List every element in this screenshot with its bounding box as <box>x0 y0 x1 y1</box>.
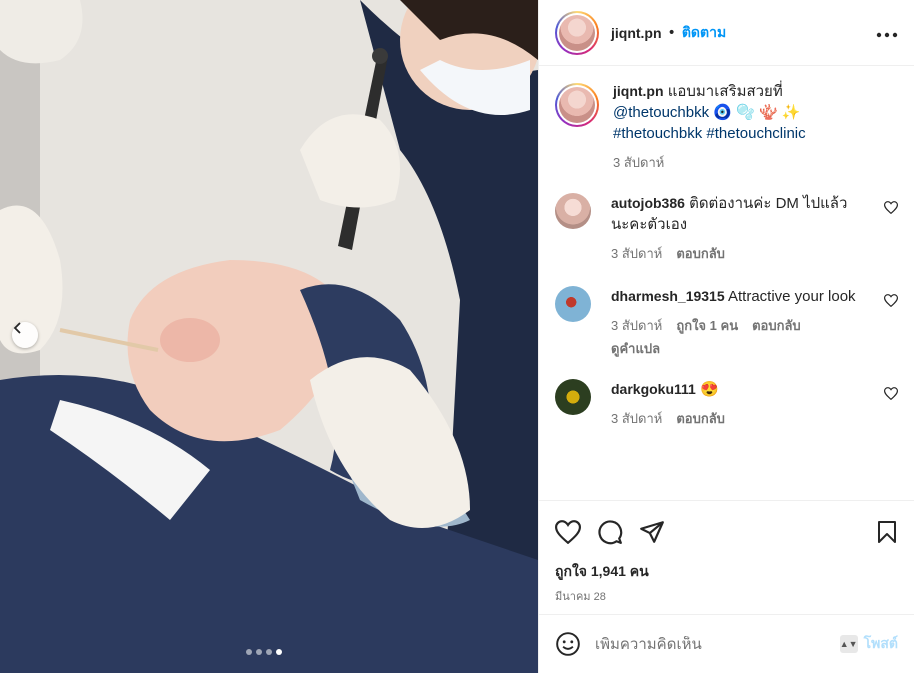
save-bookmark-icon[interactable] <box>876 520 898 544</box>
caption-time[interactable]: 3 สัปดาห์ <box>613 152 664 173</box>
more-options-button[interactable] <box>876 22 898 43</box>
emoji-icon[interactable] <box>555 631 581 657</box>
follow-button[interactable]: ติดตาม <box>682 22 726 44</box>
caption-avatar[interactable] <box>555 83 599 127</box>
caption: jiqnt.pn แอบมาเสริมสวยที่ @thetouchbkk 🧿… <box>555 81 898 173</box>
post-actions: ถูกใจ 1,941 คน มีนาคม 28 <box>539 500 914 605</box>
comment-likes[interactable]: ถูกใจ 1 คน <box>676 315 738 336</box>
comment-icon[interactable] <box>597 519 623 545</box>
carousel-dot <box>246 649 252 655</box>
like-comment-icon[interactable] <box>884 387 898 400</box>
post-date[interactable]: มีนาคม 28 <box>555 587 898 605</box>
post-label: โพสต์ <box>863 635 898 651</box>
comment-time[interactable]: 3 สัปดาห์ <box>611 243 662 264</box>
previous-slide-button[interactable] <box>12 322 38 348</box>
like-comment-icon[interactable] <box>884 201 898 214</box>
comment-username[interactable]: dharmesh_19315 <box>611 288 725 304</box>
post-comment-button[interactable]: ▲▼ โพสต์ <box>839 633 898 655</box>
comment-text: Attractive your look <box>727 288 856 305</box>
likes-count[interactable]: ถูกใจ 1,941 คน <box>555 561 898 583</box>
see-translation-button[interactable]: ดูคำแปล <box>611 338 660 359</box>
chevron-left-icon <box>13 322 21 334</box>
separator-dot: • <box>667 24 676 41</box>
comment-username[interactable]: autojob386 <box>611 195 685 211</box>
caption-username[interactable]: jiqnt.pn <box>613 83 664 99</box>
comment-item: darkgoku111 😍 3 สัปดาห์ ตอบกลับ <box>555 379 898 429</box>
carousel-dot <box>256 649 262 655</box>
share-icon[interactable] <box>639 520 665 544</box>
more-horizontal-icon <box>876 32 898 38</box>
reply-button[interactable]: ตอบกลับ <box>676 408 725 429</box>
add-comment-bar: ▲▼ โพสต์ <box>539 614 914 673</box>
resize-handle-icon: ▲▼ <box>839 635 858 653</box>
caption-hashtags[interactable]: #thetouchbkk #thetouchclinic <box>613 125 806 142</box>
caption-emojis: 🧿 🫧 🪸 ✨ <box>713 104 801 121</box>
author-avatar[interactable] <box>555 10 599 55</box>
instagram-post-view: jiqnt.pn • ติดตาม jiqnt.pn แอบมาเสริมสวย… <box>0 0 914 673</box>
avatar-image <box>559 14 595 51</box>
comment-time[interactable]: 3 สัปดาห์ <box>611 408 662 429</box>
author-username[interactable]: jiqnt.pn <box>611 25 662 41</box>
comment-username[interactable]: darkgoku111 <box>611 381 696 397</box>
post-side-panel: jiqnt.pn • ติดตาม jiqnt.pn แอบมาเสริมสวย… <box>538 0 914 673</box>
caption-mention[interactable]: @thetouchbkk <box>613 104 709 121</box>
carousel-dot-active <box>276 649 282 655</box>
comment-input[interactable] <box>595 635 840 653</box>
comment-item: autojob386 ติดต่องานค่ะ DM ไปแล้วนะคะตัว… <box>555 193 898 264</box>
post-image <box>0 0 538 673</box>
post-photo[interactable] <box>0 0 538 673</box>
commenter-avatar[interactable] <box>555 379 591 415</box>
post-header: jiqnt.pn • ติดตาม <box>539 0 914 66</box>
caption-text: แอบมาเสริมสวยที่ <box>667 83 783 100</box>
like-comment-icon[interactable] <box>884 294 898 307</box>
reply-button[interactable]: ตอบกลับ <box>676 243 725 264</box>
comment-item: dharmesh_19315 Attractive your look 3 สั… <box>555 286 898 359</box>
like-post-button[interactable] <box>555 520 581 544</box>
comment-time[interactable]: 3 สัปดาห์ <box>611 315 662 336</box>
commenter-avatar[interactable] <box>555 286 591 322</box>
comment-text: 😍 <box>700 381 719 398</box>
commenter-avatar[interactable] <box>555 193 591 229</box>
carousel-indicator <box>246 649 282 655</box>
comments-list[interactable]: jiqnt.pn แอบมาเสริมสวยที่ @thetouchbkk 🧿… <box>539 67 914 500</box>
carousel-dot <box>266 649 272 655</box>
reply-button[interactable]: ตอบกลับ <box>752 315 801 336</box>
